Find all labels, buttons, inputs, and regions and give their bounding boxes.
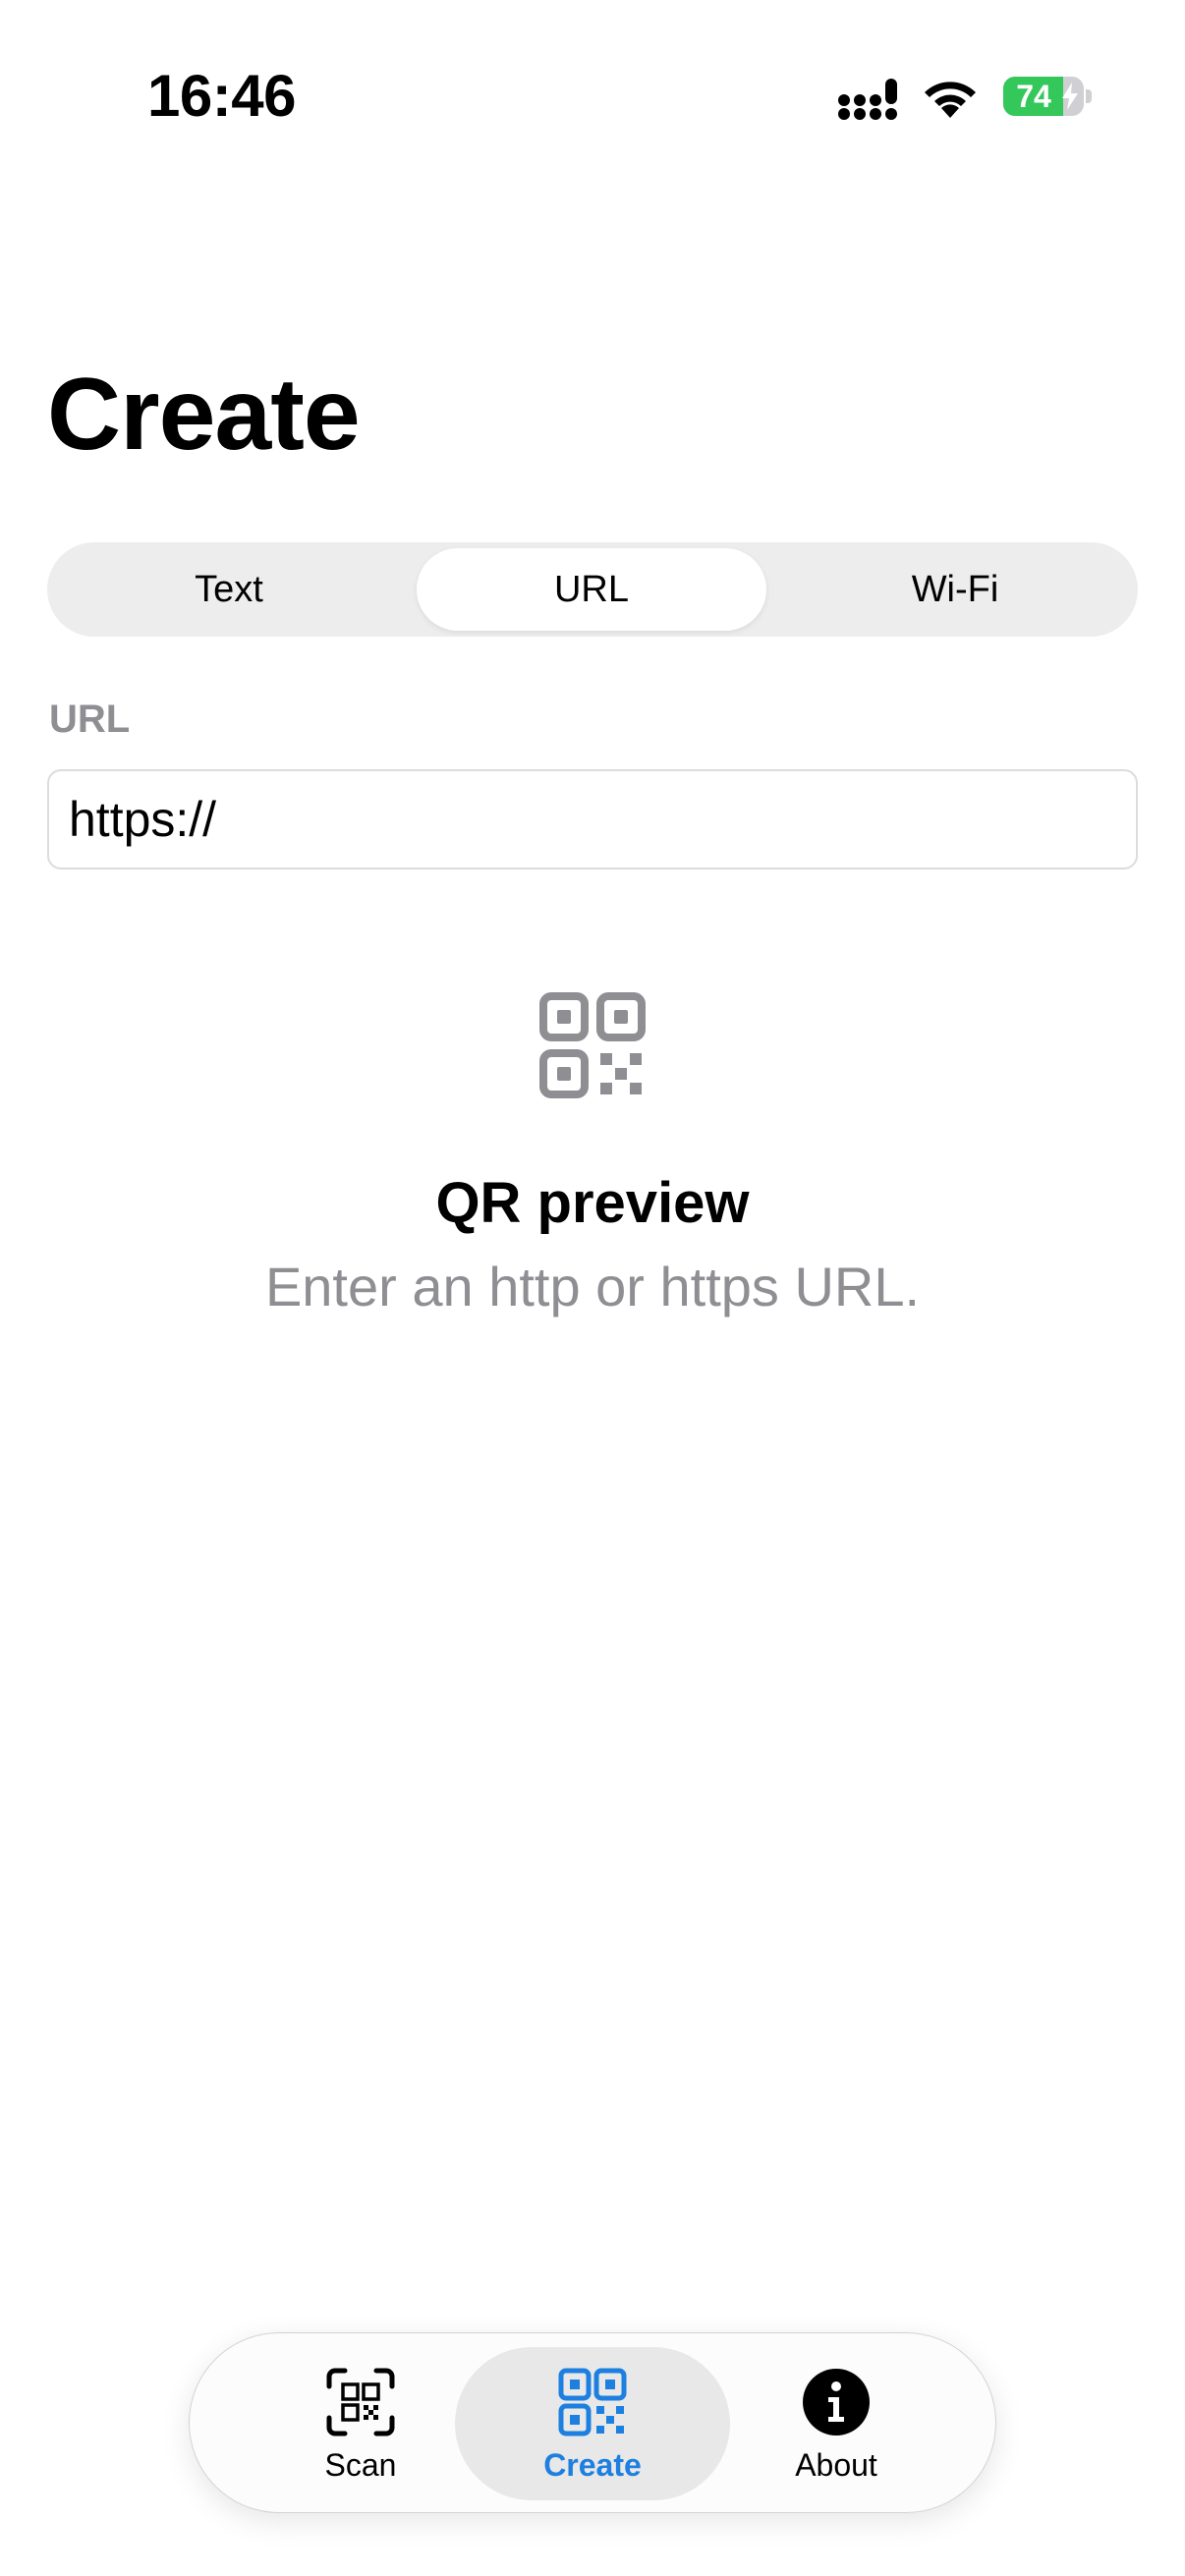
tab-bar: Scan Create About [189, 2332, 996, 2513]
info-icon [803, 2369, 870, 2436]
battery-level: 74 [1016, 79, 1051, 114]
charging-bolt-icon [1062, 83, 1078, 110]
tab-about[interactable]: About [728, 2347, 944, 2500]
segment-url[interactable]: URL [417, 548, 766, 631]
url-field-label: URL [49, 698, 131, 741]
qr-code-icon [539, 992, 646, 1098]
qr-code-icon [558, 2368, 627, 2436]
status-time: 16:46 [147, 63, 296, 129]
wifi-icon [925, 82, 976, 118]
segmented-control: Text URL Wi-Fi [47, 542, 1138, 637]
segment-wifi[interactable]: Wi-Fi [778, 548, 1132, 631]
signal-icon [838, 79, 897, 120]
tab-create-label: Create [543, 2447, 642, 2483]
tab-scan[interactable]: Scan [253, 2347, 469, 2500]
tab-create[interactable]: Create [455, 2347, 730, 2500]
segment-text[interactable]: Text [53, 548, 405, 631]
tab-about-label: About [795, 2447, 877, 2483]
battery-cap [1086, 89, 1092, 103]
page-title: Create [47, 358, 361, 472]
qr-scan-icon [326, 2368, 395, 2436]
battery-icon: 74 [1003, 77, 1092, 116]
preview-title: QR preview [435, 1171, 750, 1235]
tab-scan-label: Scan [324, 2447, 397, 2483]
url-input[interactable] [47, 769, 1138, 869]
preview-subtitle: Enter an http or https URL. [264, 1256, 921, 1317]
